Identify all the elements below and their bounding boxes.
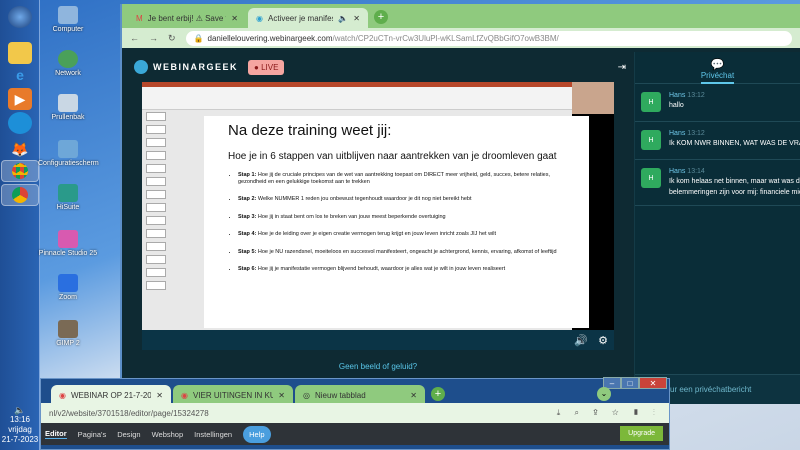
- presenter-camera: [572, 82, 614, 114]
- desktop-icon-recycle-bin[interactable]: Prullenbak: [38, 94, 98, 121]
- desktop-icon-gimp[interactable]: GIMP 2: [38, 320, 98, 347]
- nav-webshop[interactable]: Webshop: [152, 430, 184, 439]
- new-tab-button[interactable]: +: [431, 387, 445, 401]
- slide-step: Stap 5: Hoe je NU razendsnel, moeiteloos…: [238, 249, 565, 256]
- webinargeek-logo: WEBINARGEEK: [134, 60, 238, 74]
- webinar-header: WEBINARGEEK ● LIVE ⇥: [122, 52, 634, 82]
- slide-title: Na deze training weet jij:: [228, 122, 392, 139]
- webinar-video[interactable]: Na deze training weet jij: Hoe je in 6 s…: [142, 82, 614, 330]
- tab-vier-uitingen[interactable]: ◉VIER UITINGEN IN KUNST -CONC✕: [173, 385, 293, 405]
- chrome-taskbar-button-2[interactable]: [1, 184, 39, 206]
- slide-step: Stap 3: Hoe jij in staat bent om los te …: [238, 214, 565, 221]
- desktop-icon-hisuite[interactable]: HiSuite: [38, 184, 98, 211]
- help-button[interactable]: Help: [243, 425, 271, 443]
- chat-message: H Hans 13:12 Ik KOM NWR BINNEN, WAT WAS DE…: [635, 122, 800, 160]
- editor-nav: Editor Pagina's Design Webshop Instellin…: [41, 423, 669, 445]
- chat-panel: 💬 Privéchat H Hans 13:12 hallo H Hans 13:12 I…: [634, 52, 800, 404]
- tab-strip: ◉WEBINAR OP 21-7-2023 - Editor✕ ◉VIER UI…: [41, 385, 669, 405]
- tab-webinar[interactable]: ◉Activeer je manifestatiekracht🔈✕: [248, 8, 368, 28]
- editor-browser-window: – □ ✕ ◉WEBINAR OP 21-7-2023 - Editor✕ ◉V…: [40, 377, 670, 450]
- chrome-taskbar-button-1[interactable]: [1, 160, 39, 182]
- avatar: H: [641, 168, 661, 188]
- edge-icon[interactable]: [8, 112, 32, 134]
- slide-step: Stap 4: Hoe je de leiding over je eigen …: [238, 231, 565, 238]
- gmail-icon: M: [136, 13, 143, 23]
- live-badge: ● LIVE: [248, 59, 285, 75]
- back-icon[interactable]: ←: [130, 33, 139, 43]
- chrome-icon: ◉: [181, 390, 188, 400]
- slide-thumbnails: [146, 112, 166, 330]
- tab-search-button[interactable]: ⌄: [597, 387, 611, 401]
- slide: Na deze training weet jij: Hoe je in 6 s…: [204, 116, 589, 328]
- reload-icon[interactable]: ↻: [168, 33, 176, 44]
- avatar: H: [641, 130, 661, 150]
- chat-message: H Hans 13:12 hallo: [635, 84, 800, 122]
- close-icon[interactable]: ✕: [353, 14, 360, 23]
- start-button[interactable]: [8, 6, 32, 28]
- tab-editor[interactable]: ◉WEBINAR OP 21-7-2023 - Editor✕: [51, 385, 171, 405]
- new-tab-button[interactable]: +: [374, 10, 388, 24]
- slide-subtitle: Hoe je in 6 stappen van uitblijven naar …: [228, 151, 557, 162]
- speaker-icon[interactable]: 🔈: [338, 14, 348, 23]
- chrome-icon: ◉: [59, 390, 66, 400]
- settings-gear-icon[interactable]: ⚙: [598, 334, 608, 347]
- tab-privechat[interactable]: 💬 Privéchat: [635, 52, 800, 84]
- close-icon[interactable]: ✕: [231, 14, 238, 23]
- webinargeek-icon: ◉: [256, 13, 263, 23]
- exit-icon[interactable]: ⇥: [618, 62, 626, 73]
- desktop-icon-network[interactable]: Network: [38, 50, 98, 77]
- slide-step: Stap 2: Welke NUMMER 1 reden jou onbewus…: [238, 196, 565, 203]
- nav-design[interactable]: Design: [117, 430, 140, 439]
- chat-message: H Hans 13:14 Ik kom helaas net binnen, maa…: [635, 160, 800, 206]
- windows-taskbar: e ▶ 🦊 🔈 13:16 vrijdag 21-7-2023: [0, 0, 40, 450]
- tab-new-tab[interactable]: ◎ Nieuw tabblad ✕: [295, 385, 425, 405]
- slide-step: Stap 6: Hoe jij je manifestatie vermogen…: [238, 266, 565, 273]
- tab-strip: MJe bent erbij! ⚠ Save the date! ⚠✕ ◉Act…: [122, 4, 800, 28]
- url-field[interactable]: nl/v2/website/3701518/editor/page/153242…: [49, 409, 557, 418]
- presentation-screen: Na deze training weet jij: Hoe je in 6 s…: [142, 82, 589, 330]
- tab-gmail[interactable]: MJe bent erbij! ⚠ Save the date! ⚠✕: [128, 8, 246, 28]
- media-player-icon[interactable]: ▶: [8, 88, 32, 110]
- desktop-icon-pinnacle[interactable]: Pinnacle Studio 25: [38, 230, 98, 257]
- volume-icon[interactable]: 🔈: [0, 405, 40, 415]
- close-icon[interactable]: ✕: [156, 391, 163, 400]
- no-audio-video-link[interactable]: Geen beeld of geluid?: [122, 362, 634, 371]
- address-bar-row: ← → ↻ 🔒 daniellelouvering.webinargeek.com/w…: [122, 28, 800, 48]
- explorer-icon[interactable]: [8, 42, 32, 64]
- url-field[interactable]: 🔒 daniellelouvering.webinargeek.com/watch…: [185, 30, 792, 46]
- nav-instellingen[interactable]: Instellingen: [194, 430, 232, 439]
- powerpoint-ribbon: [142, 82, 572, 110]
- avatar: H: [641, 92, 661, 112]
- close-icon[interactable]: ✕: [410, 391, 417, 400]
- upgrade-button[interactable]: Upgrade: [620, 426, 663, 441]
- desktop-icon-control-panel[interactable]: Configuratiescherm: [38, 140, 99, 167]
- gimp-icon[interactable]: 🦊: [8, 138, 32, 160]
- webinar-browser-window: MJe bent erbij! ⚠ Save the date! ⚠✕ ◉Act…: [120, 4, 800, 404]
- close-icon[interactable]: ✕: [278, 391, 285, 400]
- desktop-icon-computer[interactable]: Computer: [38, 6, 98, 33]
- nav-editor[interactable]: Editor: [45, 429, 67, 439]
- slide-step: Stap 1: Hoe jij de cruciale principes va…: [238, 172, 565, 185]
- system-clock[interactable]: 🔈 13:16 vrijdag 21-7-2023: [0, 405, 40, 445]
- volume-icon[interactable]: 🔊: [574, 334, 588, 347]
- chrome-icon: ◎: [303, 390, 310, 400]
- forward-icon[interactable]: →: [149, 33, 158, 43]
- chat-bubbles-icon: 💬: [710, 59, 725, 71]
- nav-paginas[interactable]: Pagina's: [78, 430, 107, 439]
- desktop-icon-zoom[interactable]: Zoom: [38, 274, 98, 301]
- internet-explorer-icon[interactable]: e: [8, 64, 32, 86]
- lock-icon: 🔒: [193, 33, 204, 43]
- address-bar-row: nl/v2/website/3701518/editor/page/153242…: [41, 403, 669, 423]
- video-controls: 🔊 ⚙: [142, 330, 614, 350]
- toolbar-icons[interactable]: ⤓ ⌕ ⇪ ☆ ▮ ⋮: [557, 408, 661, 418]
